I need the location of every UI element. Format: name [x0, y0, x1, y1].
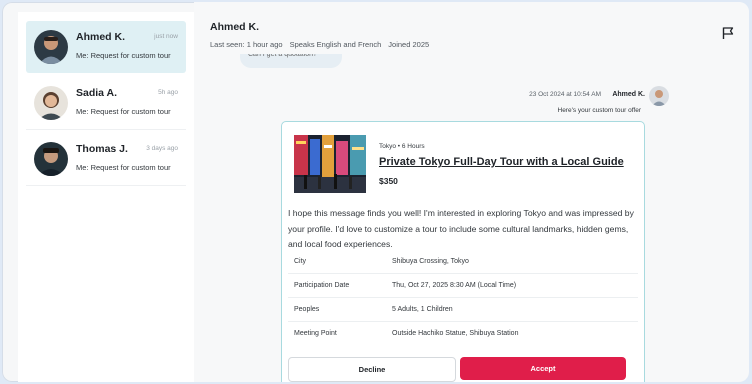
- detail-value: Outside Hachiko Statue, Shibuya Station: [392, 330, 519, 337]
- conversation-name: Thomas J.: [76, 143, 128, 155]
- tour-title-link[interactable]: Private Tokyo Full-Day Tour with a Local…: [379, 156, 624, 168]
- joined-date: Joined 2025: [388, 40, 430, 49]
- detail-value: Shibuya Crossing, Tokyo: [392, 258, 469, 265]
- languages: Speaks English and French: [289, 40, 382, 49]
- accept-button[interactable]: Accept: [460, 357, 626, 380]
- contact-meta: Last seen: 1 hour ago Speaks English and…: [210, 40, 429, 49]
- conversation-preview: Me: Request for custom tour: [76, 163, 171, 172]
- decline-button[interactable]: Decline: [288, 357, 456, 382]
- conversation-item-ahmed[interactable]: Ahmed K. just now Me: Request for custom…: [26, 21, 186, 73]
- last-seen: Last seen: 1 hour ago: [210, 40, 283, 49]
- detail-row: City Shibuya Crossing, Tokyo: [288, 250, 638, 273]
- app-window: Ahmed K. just now Me: Request for custom…: [2, 2, 749, 382]
- detail-value: Thu, Oct 27, 2025 8:30 AM (Local Time): [392, 282, 517, 289]
- conversation-name: Sadia A.: [76, 87, 118, 99]
- avatar: [34, 86, 68, 120]
- detail-value: 5 Adults, 1 Children: [392, 306, 453, 313]
- chat-header: Ahmed K. Last seen: 1 hour ago Speaks En…: [194, 2, 749, 54]
- tour-image[interactable]: [294, 135, 366, 193]
- tour-price: $350: [379, 176, 398, 186]
- conversation-time: just now: [154, 33, 178, 40]
- offer-details-table: City Shibuya Crossing, Tokyo Participati…: [288, 250, 638, 345]
- contact-name: Ahmed K.: [210, 21, 260, 33]
- detail-row: Peoples 5 Adults, 1 Children: [288, 297, 638, 321]
- detail-row: Participation Date Thu, Oct 27, 2025 8:3…: [288, 273, 638, 297]
- tour-offer-card: Tokyo • 6 Hours Private Tokyo Full-Day T…: [281, 121, 645, 382]
- message-timestamp: 23 Oct 2024 at 10:54 AM: [529, 91, 601, 98]
- chat-panel: Can I get a quotation? Ahmed K. Last see…: [194, 2, 749, 382]
- avatar: [34, 142, 68, 176]
- message-caption: Here's your custom tour offer: [557, 107, 642, 114]
- detail-label: Meeting Point: [294, 330, 337, 337]
- conversation-preview: Me: Request for custom tour: [76, 107, 171, 116]
- conversation-time: 5h ago: [158, 89, 178, 96]
- conversation-name: Ahmed K.: [76, 31, 126, 43]
- conversation-item-thomas[interactable]: Thomas J. 3 days ago Me: Request for cus…: [26, 133, 186, 186]
- offer-message-text: I hope this message finds you well! I'm …: [288, 208, 634, 249]
- avatar: [34, 30, 68, 64]
- conversation-item-sadia[interactable]: Sadia A. 5h ago Me: Request for custom t…: [26, 77, 186, 130]
- detail-label: Participation Date: [294, 282, 350, 289]
- conversation-list: Ahmed K. just now Me: Request for custom…: [18, 12, 194, 382]
- detail-label: Peoples: [294, 306, 320, 313]
- detail-label: City: [294, 258, 307, 265]
- conversation-preview: Me: Request for custom tour: [76, 51, 171, 60]
- flag-icon[interactable]: [721, 26, 735, 40]
- detail-row: Meeting Point Outside Hachiko Statue, Sh…: [288, 321, 638, 345]
- conversation-time: 3 days ago: [146, 145, 178, 152]
- tour-tags: Tokyo • 6 Hours: [379, 143, 425, 150]
- avatar: [649, 86, 669, 106]
- message-author: Ahmed K.: [612, 91, 645, 98]
